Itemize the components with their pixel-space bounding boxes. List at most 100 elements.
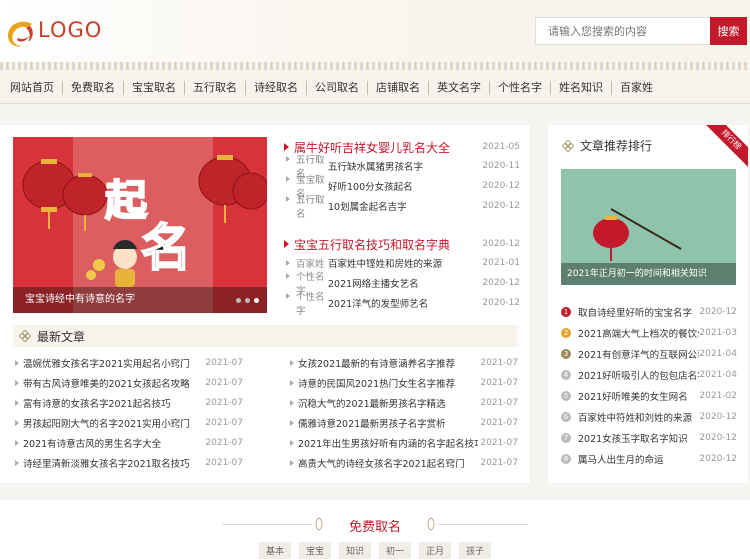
article-link[interactable]: 2021女孩玉字取名字知识 — [578, 431, 699, 445]
list-item[interactable]: 诗意的民国风2021热门女生名字推荐 2021-07 — [288, 373, 518, 393]
article-link[interactable]: 儒雅诗意2021最新男孩子名字赏析 — [288, 416, 478, 430]
rank-number: 3 — [561, 348, 571, 359]
topic-date: 2021-05 — [482, 142, 520, 152]
list-item[interactable]: 富有诗意的女孩名字2021起名技巧 2021-07 — [13, 393, 243, 413]
nav-item[interactable]: 宝宝取名 — [124, 80, 185, 95]
nav-item[interactable]: 五行取名 — [185, 80, 246, 95]
article-link[interactable]: 10划属金起名吉字 — [328, 199, 482, 213]
list-item[interactable]: 沉稳大气的2021最新男孩名字精选 2021-07 — [288, 393, 518, 413]
rank-item[interactable]: 5 2021好听唯美的女生网名 2021-02 — [561, 385, 737, 406]
article-link[interactable]: 诗经里清新淡雅女孩名字2021取名技巧 — [13, 456, 203, 470]
article-date: 2020-12 — [699, 453, 737, 464]
slider-dot-active[interactable] — [254, 298, 259, 303]
banner-char-1: 起 — [105, 176, 148, 225]
article-link[interactable]: 2021高端大气上档次的餐饮公... — [578, 326, 699, 340]
article-link[interactable]: 温婉优雅女孩名字2021实用起名小窍门 — [13, 356, 203, 370]
list-item[interactable]: 带有古风诗意唯美的2021女孩起名攻略 2021-07 — [13, 373, 243, 393]
article-link[interactable]: 好听100分女孩起名 — [328, 179, 482, 193]
article-date: 2021-07 — [480, 458, 518, 468]
sidebar-image-caption[interactable]: 2021年正月初一的时间和相关知识 — [561, 263, 736, 285]
sidebar-featured-image[interactable]: 2021年正月初一的时间和相关知识 — [561, 169, 736, 285]
list-item[interactable]: 2021年出生男孩好听有内涵的名字起名技巧 2021-07 — [288, 433, 518, 453]
article-date: 2020-12 — [482, 298, 520, 308]
nav-item[interactable]: 百家姓 — [612, 81, 661, 95]
article-date: 2021-07 — [480, 438, 518, 448]
search-input[interactable] — [535, 17, 710, 45]
article-link[interactable]: 百家姓中铿姓和房姓的来源 — [328, 256, 482, 270]
nav-item[interactable]: 公司取名 — [307, 80, 368, 95]
rank-item[interactable]: 7 2021女孩玉字取名字知识 2020-12 — [561, 427, 737, 448]
banner-char-2: 名 — [141, 219, 191, 277]
banner-slider[interactable]: 起 名 宝宝诗经中有诗意的名字 — [13, 137, 267, 313]
free-naming-section: 免费取名 基本 宝宝 知识 初一 正月 孩子 — [0, 500, 750, 560]
article-date: 2021-03 — [699, 327, 737, 338]
slider-dot[interactable] — [236, 298, 241, 303]
article-link[interactable]: 取自诗经里好听的宝宝名字 — [578, 305, 699, 319]
tag-link[interactable]: 初一 — [379, 542, 412, 559]
logo[interactable]: LOGO — [4, 10, 114, 48]
topic-list-item[interactable]: 五行取名 10划属金起名吉字 2020-12 — [284, 195, 520, 220]
slider-dot[interactable] — [245, 298, 250, 303]
nav-item[interactable]: 诗经取名 — [246, 80, 307, 95]
rank-item[interactable]: 3 2021有创意洋气的互联网公司...2021-04 — [561, 343, 737, 364]
article-link[interactable]: 2021有创意洋气的互联网公司... — [578, 347, 699, 361]
nav-item[interactable]: 英文名字 — [429, 80, 490, 95]
category-label[interactable]: 百家姓 — [284, 256, 328, 270]
topic-list-item[interactable]: 个性名字 2021洋气的发型师艺名 2020-12 — [284, 292, 520, 317]
article-link[interactable]: 2021年出生男孩好听有内涵的名字起名技巧 — [288, 436, 478, 450]
sidebar-title: 文章推荐排行 — [580, 139, 653, 153]
banner-caption[interactable]: 宝宝诗经中有诗意的名字 — [13, 287, 267, 313]
nav-item[interactable]: 免费取名 — [63, 80, 124, 95]
nav-item[interactable]: 网站首页 — [2, 80, 63, 95]
article-link[interactable]: 属马人出生月的命运 — [578, 452, 699, 466]
nav-item[interactable]: 店铺取名 — [368, 80, 429, 95]
article-link[interactable]: 高贵大气的诗经女孩名字2021起名窍门 — [288, 456, 478, 470]
article-link[interactable]: 富有诗意的女孩名字2021起名技巧 — [13, 396, 203, 410]
main-nav: 网站首页 免费取名 宝宝取名 五行取名 诗经取名 公司取名 店铺取名 英文名字 个性名字 姓名知识… — [0, 72, 750, 104]
list-item[interactable]: 高贵大气的诗经女孩名字2021起名窍门 2021-07 — [288, 453, 518, 473]
rank-item[interactable]: 4 2021好听吸引人的包包店名字 2021-04 — [561, 364, 737, 385]
article-link[interactable]: 男孩起阳刚大气的名字2021实用小窍门 — [13, 416, 203, 430]
topic-title[interactable]: 宝宝五行取名技巧和取名字典 — [284, 236, 450, 253]
article-date: 2021-07 — [480, 358, 518, 368]
article-link[interactable]: 女孩2021最新的有诗意涵养名字推荐 — [288, 356, 478, 370]
category-label[interactable]: 五行取名 — [284, 192, 328, 220]
article-date: 2020-12 — [482, 201, 520, 211]
article-link[interactable]: 带有古风诗意唯美的2021女孩起名攻略 — [13, 376, 203, 390]
tag-link[interactable]: 基本 — [258, 542, 291, 559]
nav-item[interactable]: 姓名知识 — [551, 80, 612, 95]
article-link[interactable]: 2021好听吸引人的包包店名字 — [578, 368, 699, 382]
article-link[interactable]: 五行缺水属猪男孩名字 — [328, 159, 482, 173]
article-link[interactable]: 百家姓中符姓和刘姓的来源 — [578, 410, 699, 424]
list-item[interactable]: 女孩2021最新的有诗意涵养名字推荐 2021-07 — [288, 353, 518, 373]
category-label[interactable]: 个性名字 — [284, 289, 328, 317]
rank-number: 8 — [561, 453, 571, 464]
article-date: 2021-07 — [205, 398, 243, 408]
list-item[interactable]: 诗经里清新淡雅女孩名字2021取名技巧 2021-07 — [13, 453, 243, 473]
tag-link[interactable]: 孩子 — [459, 542, 492, 559]
article-link[interactable]: 2021网络主播女艺名 — [328, 276, 482, 290]
list-item[interactable]: 儒雅诗意2021最新男孩子名字赏析 2021-07 — [288, 413, 518, 433]
article-link[interactable]: 2021有诗意古风的男生名字大全 — [13, 436, 203, 450]
list-item[interactable]: 温婉优雅女孩名字2021实用起名小窍门 2021-07 — [13, 353, 243, 373]
article-link[interactable]: 2021好听唯美的女生网名 — [578, 389, 699, 403]
article-link[interactable]: 诗意的民国风2021热门女生名字推荐 — [288, 376, 478, 390]
tag-link[interactable]: 宝宝 — [298, 542, 331, 559]
article-link[interactable]: 2021洋气的发型师艺名 — [328, 296, 482, 310]
rank-item[interactable]: 8 属马人出生月的命运 2020-12 — [561, 448, 737, 469]
tag-link[interactable]: 知识 — [338, 542, 371, 559]
article-date: 2021-07 — [205, 378, 243, 388]
flower-icon — [19, 330, 31, 342]
article-link[interactable]: 沉稳大气的2021最新男孩名字精选 — [288, 396, 478, 410]
section-title: 免费取名 — [348, 520, 401, 535]
rank-item[interactable]: 1 取自诗经里好听的宝宝名字 2020-12 — [561, 301, 737, 322]
list-item[interactable]: 2021有诗意古风的男生名字大全 2021-07 — [13, 433, 243, 453]
nav-item[interactable]: 个性名字 — [490, 80, 551, 95]
article-date: 2020-12 — [699, 411, 737, 422]
search-button[interactable]: 搜索 — [710, 17, 747, 45]
latest-list-left: 温婉优雅女孩名字2021实用起名小窍门 2021-07 带有古风诗意唯美的2021女… — [13, 353, 243, 473]
rank-item[interactable]: 6 百家姓中符姓和刘姓的来源 2020-12 — [561, 406, 737, 427]
list-item[interactable]: 男孩起阳刚大气的名字2021实用小窍门 2021-07 — [13, 413, 243, 433]
rank-item[interactable]: 2 2021高端大气上档次的餐饮公...2021-03 — [561, 322, 737, 343]
tag-link[interactable]: 正月 — [419, 542, 452, 559]
